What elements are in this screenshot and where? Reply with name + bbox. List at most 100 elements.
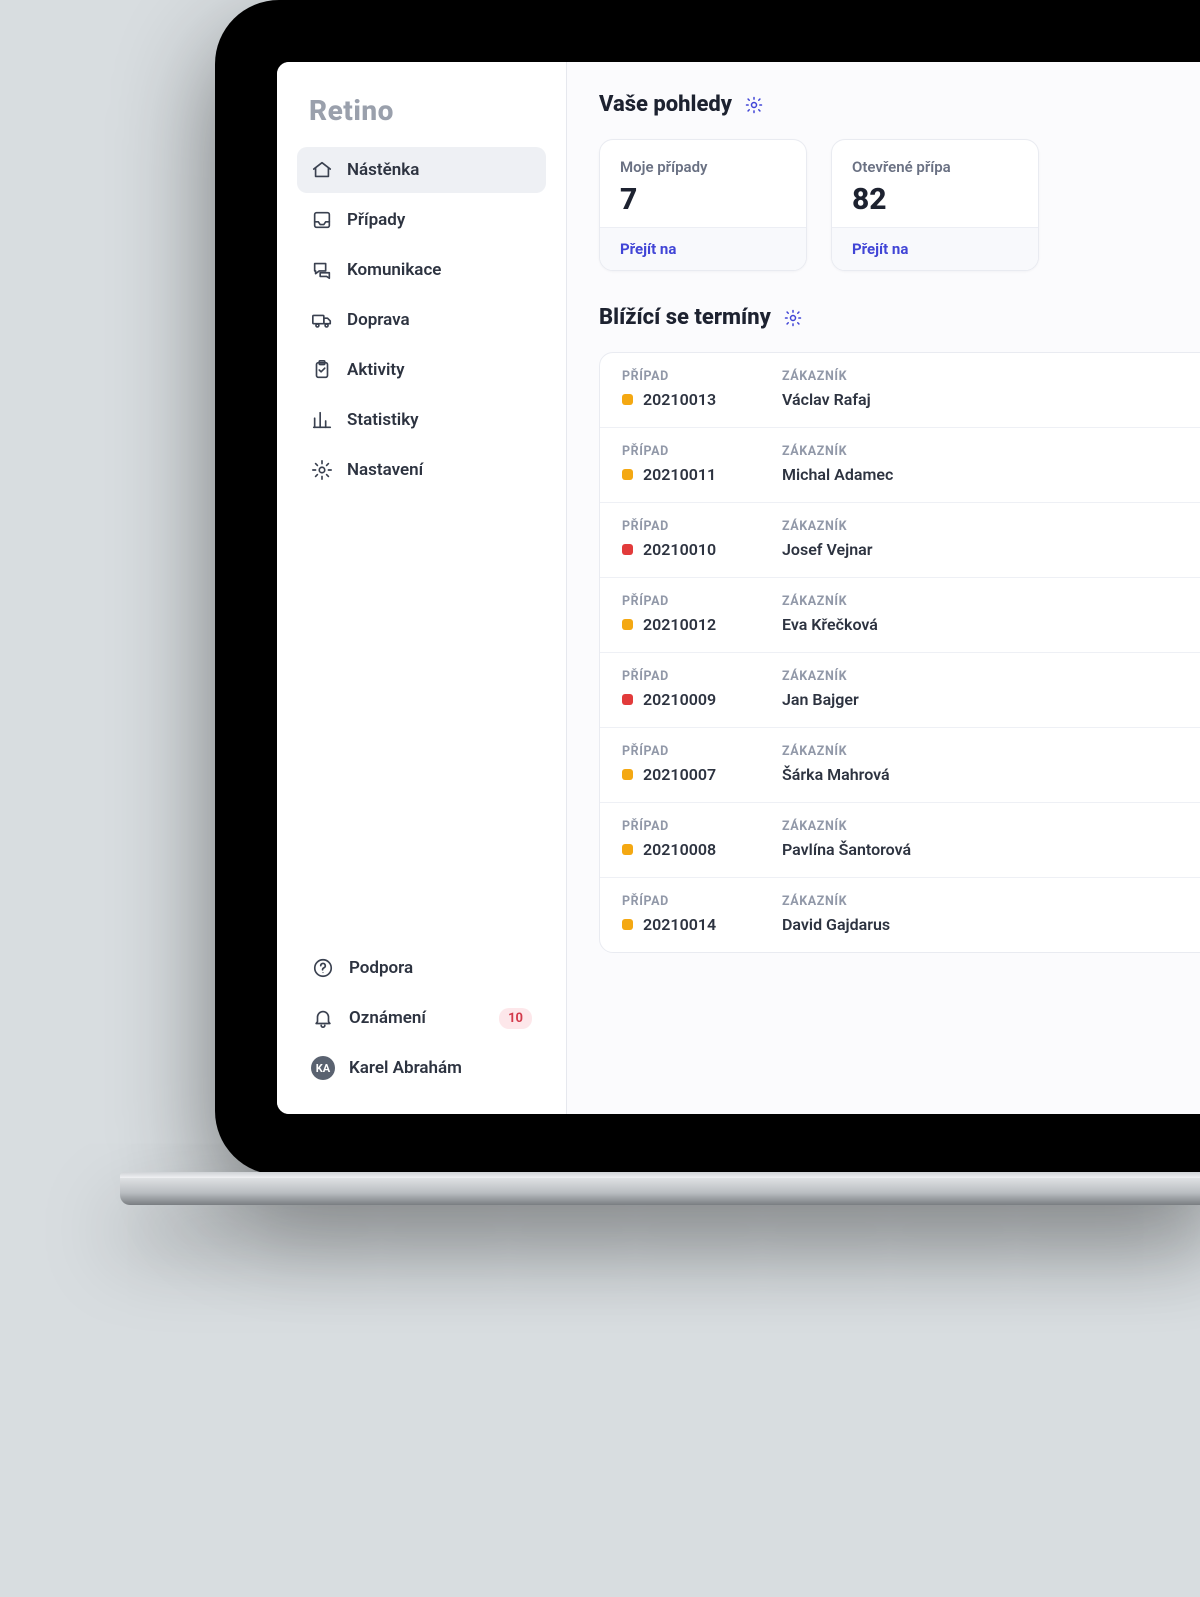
status-dot-icon	[622, 469, 633, 480]
customer-name: Pavlína Šantorová	[782, 840, 1194, 859]
customer-name: Eva Křečková	[782, 615, 1194, 634]
app-window: Retino Nástěnka Případy Komunikace Doprava A…	[277, 62, 1200, 1114]
status-dot-icon	[622, 919, 633, 930]
truck-icon	[311, 309, 333, 331]
sidebar-footer: Podpora Oznámení 10 KA Karel Abrahám	[297, 946, 546, 1090]
card-value: 82	[852, 182, 1018, 217]
deadlines-heading: Blížící se termíny	[599, 305, 1200, 330]
card-title: Otevřené přípa	[852, 158, 1018, 176]
sidebar-item-chart[interactable]: Statistiky	[297, 397, 546, 443]
notifications-link[interactable]: Oznámení 10	[297, 996, 546, 1040]
views-title: Vaše pohledy	[599, 92, 732, 117]
card-title: Moje případy	[620, 158, 786, 176]
column-header-customer: ZÁKAZNÍK	[782, 819, 1194, 834]
user-name: Karel Abrahám	[349, 1058, 462, 1078]
column-header-customer: ZÁKAZNÍK	[782, 669, 1194, 684]
case-id: 20210010	[622, 540, 772, 559]
table-row[interactable]: PŘÍPAD 20210011 ZÁKAZNÍK Michal Adamec	[600, 428, 1200, 503]
case-id: 20210013	[622, 390, 772, 409]
column-header-case: PŘÍPAD	[622, 519, 772, 534]
column-header-case: PŘÍPAD	[622, 819, 772, 834]
table-row[interactable]: PŘÍPAD 20210013 ZÁKAZNÍK Václav Rafaj	[600, 353, 1200, 428]
sidebar-item-truck[interactable]: Doprava	[297, 297, 546, 343]
sidebar-item-label: Statistiky	[347, 410, 419, 430]
sidebar: Retino Nástěnka Případy Komunikace Doprava A…	[277, 62, 567, 1114]
view-cards: Moje případy 7 Přejít na Otevřené přípa 82 Př…	[599, 139, 1200, 271]
sidebar-item-label: Aktivity	[347, 360, 405, 380]
gear-icon[interactable]	[744, 95, 764, 115]
table-row[interactable]: PŘÍPAD 20210009 ZÁKAZNÍK Jan Bajger	[600, 653, 1200, 728]
chart-icon	[311, 409, 333, 431]
notifications-label: Oznámení	[349, 1008, 426, 1028]
status-dot-icon	[622, 394, 633, 405]
main-content: Vaše pohledy Moje případy7Přejít naOtevř…	[567, 62, 1200, 1114]
column-header-case: PŘÍPAD	[622, 369, 772, 384]
sidebar-item-home[interactable]: Nástěnka	[297, 147, 546, 193]
deadlines-table: PŘÍPAD20210013ZÁKAZNÍKVáclav RafajPŘÍPAD…	[599, 352, 1200, 953]
views-heading: Vaše pohledy	[599, 92, 1200, 117]
support-label: Podpora	[349, 958, 413, 978]
column-header-customer: ZÁKAZNÍK	[782, 894, 1194, 909]
sidebar-item-label: Případy	[347, 210, 405, 230]
table-row[interactable]: PŘÍPAD 20210014 ZÁKAZNÍK David Gajdarus	[600, 878, 1200, 952]
table-row[interactable]: PŘÍPAD 20210012 ZÁKAZNÍK Eva Křečková	[600, 578, 1200, 653]
clipboard-icon	[311, 359, 333, 381]
support-link[interactable]: Podpora	[297, 946, 546, 990]
bell-icon	[311, 1006, 335, 1030]
laptop-base	[120, 1175, 1200, 1205]
sidebar-item-clipboard[interactable]: Aktivity	[297, 347, 546, 393]
status-dot-icon	[622, 769, 633, 780]
chat-icon	[311, 259, 333, 281]
status-dot-icon	[622, 619, 633, 630]
sidebar-item-gear[interactable]: Nastavení	[297, 447, 546, 493]
help-icon	[311, 956, 335, 980]
inbox-icon	[311, 209, 333, 231]
sidebar-item-label: Doprava	[347, 310, 410, 330]
customer-name: Jan Bajger	[782, 690, 1194, 709]
column-header-customer: ZÁKAZNÍK	[782, 444, 1194, 459]
customer-name: Josef Vejnar	[782, 540, 1194, 559]
case-id: 20210007	[622, 765, 772, 784]
customer-name: Šárka Mahrová	[782, 765, 1194, 784]
deadlines-title: Blížící se termíny	[599, 305, 771, 330]
column-header-customer: ZÁKAZNÍK	[782, 369, 1194, 384]
case-id: 20210008	[622, 840, 772, 859]
customer-name: Václav Rafaj	[782, 390, 1194, 409]
table-row[interactable]: PŘÍPAD 20210007 ZÁKAZNÍK Šárka Mahrová	[600, 728, 1200, 803]
status-dot-icon	[622, 544, 633, 555]
table-row[interactable]: PŘÍPAD 20210010 ZÁKAZNÍK Josef Vejnar	[600, 503, 1200, 578]
card-cta[interactable]: Přejít na	[600, 227, 806, 270]
card-value: 7	[620, 182, 786, 217]
sidebar-item-inbox[interactable]: Případy	[297, 197, 546, 243]
sidebar-item-label: Nástěnka	[347, 160, 419, 180]
view-card: Otevřené přípa 82 Přejít na	[831, 139, 1039, 271]
column-header-case: PŘÍPAD	[622, 594, 772, 609]
view-card: Moje případy 7 Přejít na	[599, 139, 807, 271]
gear-icon[interactable]	[783, 308, 803, 328]
customer-name: Michal Adamec	[782, 465, 1194, 484]
status-dot-icon	[622, 844, 633, 855]
card-cta[interactable]: Přejít na	[832, 227, 1038, 270]
column-header-customer: ZÁKAZNÍK	[782, 594, 1194, 609]
column-header-case: PŘÍPAD	[622, 444, 772, 459]
column-header-case: PŘÍPAD	[622, 669, 772, 684]
case-id: 20210009	[622, 690, 772, 709]
table-row[interactable]: PŘÍPAD 20210008 ZÁKAZNÍK Pavlína Šantorová	[600, 803, 1200, 878]
column-header-case: PŘÍPAD	[622, 894, 772, 909]
case-id: 20210011	[622, 465, 772, 484]
sidebar-item-chat[interactable]: Komunikace	[297, 247, 546, 293]
status-dot-icon	[622, 694, 633, 705]
column-header-case: PŘÍPAD	[622, 744, 772, 759]
current-user[interactable]: KA Karel Abrahám	[297, 1046, 546, 1090]
column-header-customer: ZÁKAZNÍK	[782, 744, 1194, 759]
sidebar-item-label: Komunikace	[347, 260, 441, 280]
case-id: 20210012	[622, 615, 772, 634]
avatar: KA	[311, 1056, 335, 1080]
main-nav: Nástěnka Případy Komunikace Doprava Aktivity…	[297, 147, 546, 493]
case-id: 20210014	[622, 915, 772, 934]
customer-name: David Gajdarus	[782, 915, 1194, 934]
gear-icon	[311, 459, 333, 481]
brand-logo: Retino	[297, 94, 546, 147]
notifications-badge: 10	[499, 1008, 532, 1029]
column-header-customer: ZÁKAZNÍK	[782, 519, 1194, 534]
